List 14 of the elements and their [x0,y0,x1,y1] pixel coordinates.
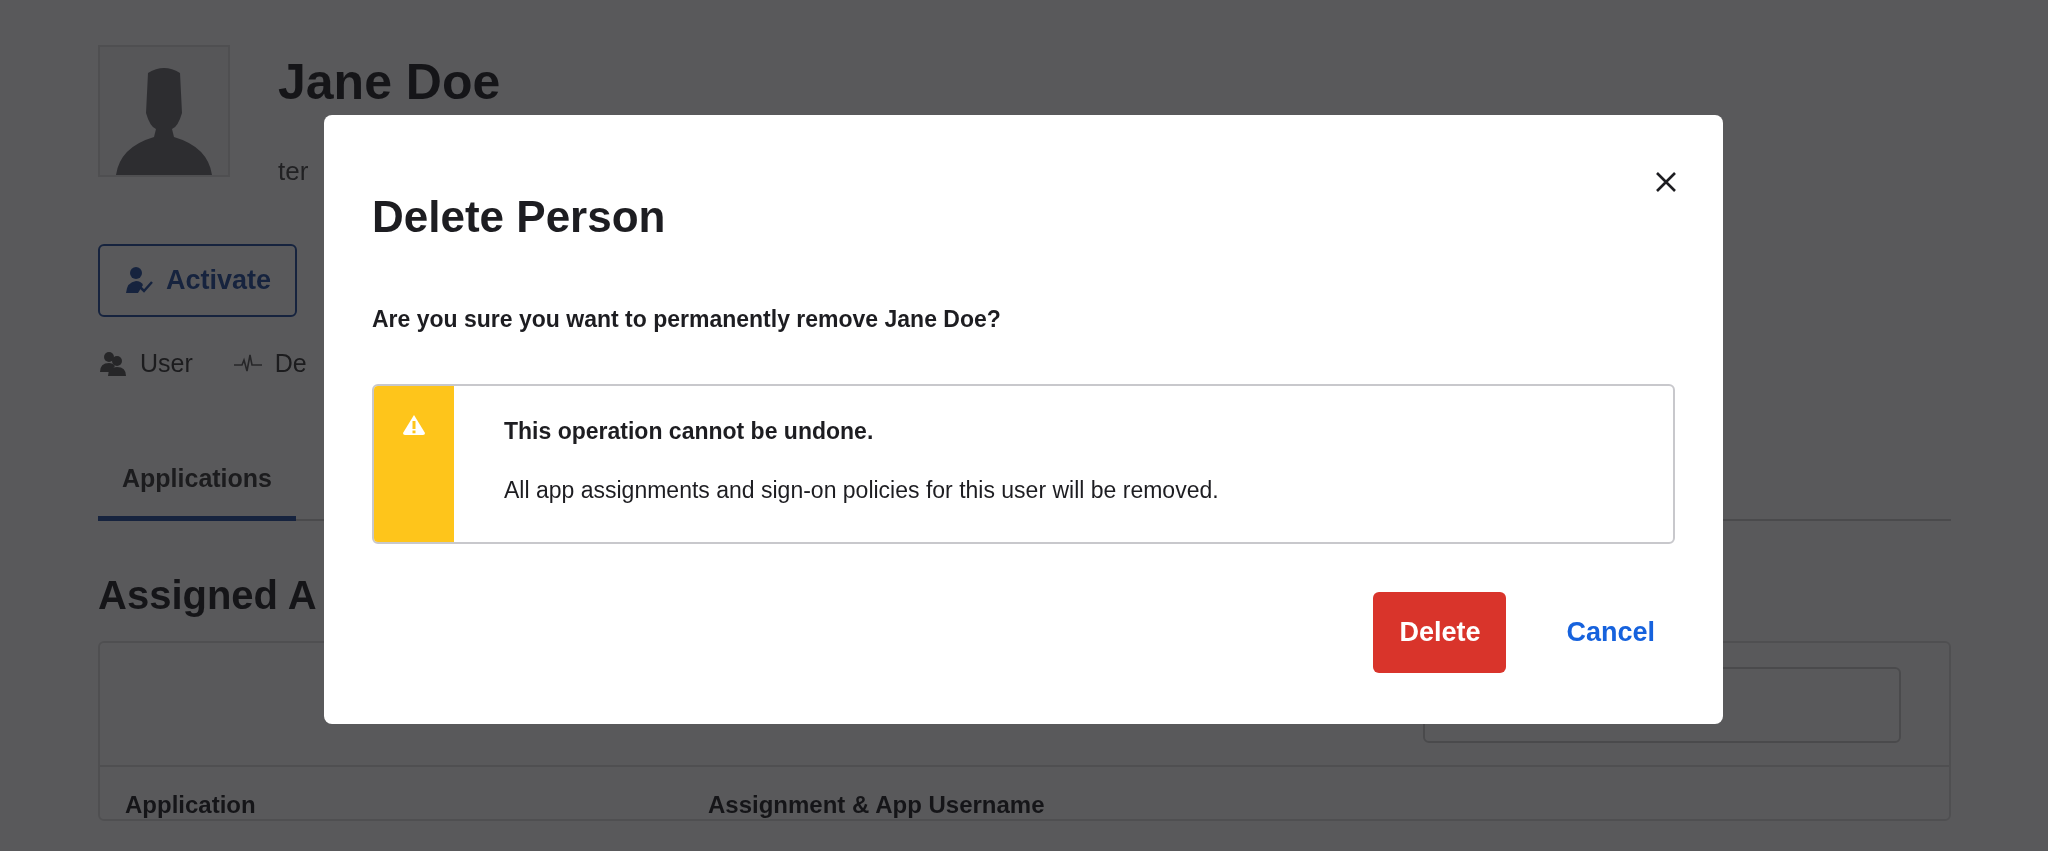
person-name: Jane Doe [278,55,501,110]
column-header: Application [125,789,257,819]
person-subtitle: ter [278,155,310,188]
delete-button[interactable]: Delete [1373,592,1507,673]
warning-title: This operation cannot be undone. [504,417,875,447]
meta-label: De [274,347,307,379]
column-header: Assignment & App Username [708,789,1045,819]
warning-text: All app assignments and sign-on policies for this user will be removed. [504,475,1219,505]
meta-label: User [140,347,193,379]
confirmation-question: Are you sure you want to permanently remove Jane Doe? [372,304,1002,334]
section-title: Assigned A [98,571,318,619]
dialog-title: Delete Person [372,191,666,243]
cancel-link[interactable]: Cancel [1546,592,1675,673]
warning-icon [402,414,426,437]
